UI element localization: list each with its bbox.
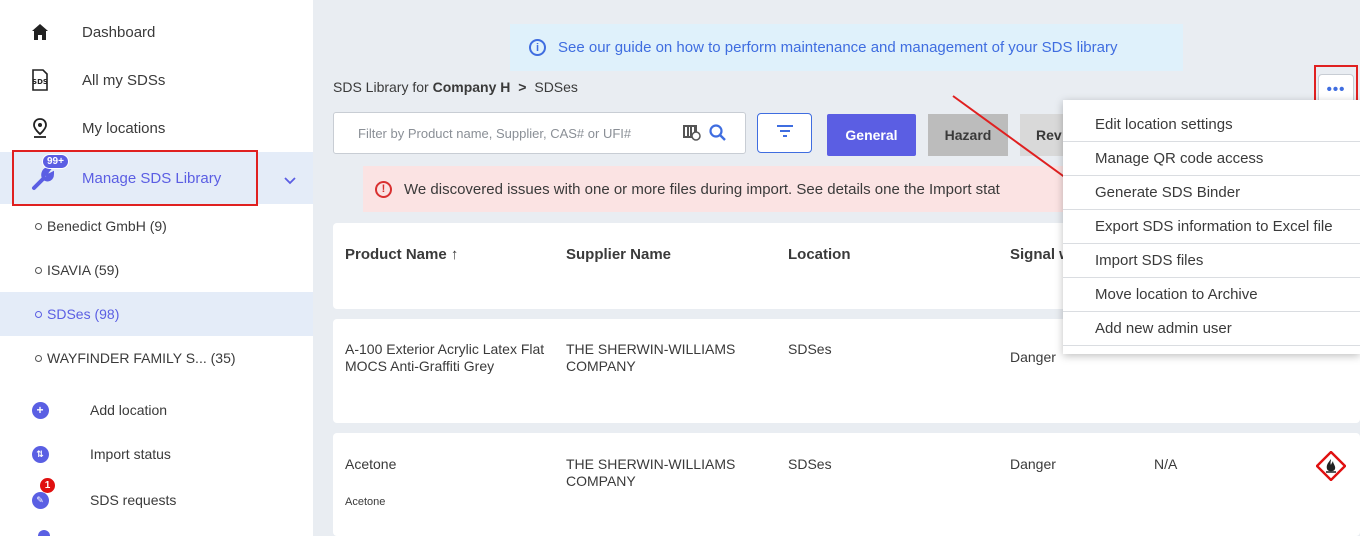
breadcrumb-company[interactable]: Company H: [433, 79, 511, 95]
svg-text:SDS: SDS: [32, 78, 48, 86]
breadcrumb-separator: >: [518, 79, 527, 95]
info-banner-text: See our guide on how to perform maintena…: [558, 39, 1118, 56]
circle-icon: [38, 530, 50, 536]
home-icon: [30, 22, 50, 42]
cell-extra: N/A: [1154, 456, 1178, 472]
flammable-hazard-icon: [1315, 450, 1347, 486]
chevron-down-icon[interactable]: [284, 172, 296, 190]
menu-item-export-excel[interactable]: Export SDS information to Excel file: [1063, 210, 1360, 244]
cell-location: SDSes: [788, 456, 832, 472]
more-options-menu: Edit location settings Manage QR code ac…: [1063, 100, 1360, 354]
menu-item-import-sds-files[interactable]: Import SDS files: [1063, 244, 1360, 278]
location-label: WAYFINDER FAMILY S... (35): [47, 350, 236, 366]
search-icon[interactable]: [709, 124, 727, 145]
highlight-frame: [12, 150, 258, 206]
menu-item-edit-location-settings[interactable]: Edit location settings: [1063, 108, 1360, 142]
info-icon: i: [529, 39, 546, 56]
info-banner[interactable]: i See our guide on how to perform mainte…: [510, 24, 1183, 71]
cell-location: SDSes: [788, 341, 832, 357]
location-pin-icon: [30, 118, 50, 138]
breadcrumb-current: SDSes: [534, 79, 578, 95]
circle-bullet-icon: [35, 223, 42, 230]
menu-item-generate-sds-binder[interactable]: Generate SDS Binder: [1063, 176, 1360, 210]
header-label: Product Name: [345, 246, 447, 263]
main-content: i See our guide on how to perform mainte…: [313, 0, 1360, 536]
sidebar-item-my-locations[interactable]: My locations: [0, 108, 313, 148]
search-placeholder: Filter by Product name, Supplier, CAS# o…: [358, 125, 632, 141]
plus-icon: +: [30, 400, 50, 420]
cell-supplier: THE SHERWIN-WILLIAMS COMPANY: [566, 341, 736, 374]
request-icon: ✎: [30, 490, 50, 510]
cell-supplier: THE SHERWIN-WILLIAMS COMPANY: [566, 456, 736, 489]
column-header-location[interactable]: Location: [788, 246, 851, 263]
cell-product[interactable]: Acetone: [345, 456, 396, 473]
cell-signal: Danger: [1010, 349, 1056, 365]
import-status-button[interactable]: ⇅ Import status: [0, 434, 313, 474]
import-icon: ⇅: [30, 444, 50, 464]
search-input[interactable]: Filter by Product name, Supplier, CAS# o…: [333, 112, 746, 154]
cell-product[interactable]: A-100 Exterior Acrylic Latex Flat MOCS A…: [345, 341, 560, 375]
sds-requests-button[interactable]: ✎ 1 SDS requests: [0, 478, 313, 520]
menu-item-add-new-admin-user[interactable]: Add new admin user: [1063, 312, 1360, 346]
sidebar: Dashboard SDS All my SDSs My locations 9…: [0, 0, 313, 536]
sort-arrow-icon: ↑: [450, 246, 459, 263]
menu-item-manage-qr-code-access[interactable]: Manage QR code access: [1063, 142, 1360, 176]
breadcrumb: SDS Library for Company H > SDSes: [333, 79, 578, 95]
sidebar-item-dashboard[interactable]: Dashboard: [0, 12, 313, 52]
add-location-button[interactable]: + Add location: [0, 390, 313, 430]
table-row[interactable]: Acetone Acetone THE SHERWIN-WILLIAMS COM…: [333, 433, 1360, 536]
action-label: SDS requests: [90, 492, 177, 508]
barcode-scan-icon[interactable]: [683, 125, 701, 144]
column-header-supplier[interactable]: Supplier Name: [566, 246, 671, 263]
warning-text: We discovered issues with one or more fi…: [404, 180, 1000, 198]
location-label: SDSes (98): [47, 306, 120, 322]
location-item-active[interactable]: SDSes (98): [0, 292, 313, 336]
column-header-signal[interactable]: Signal w: [1010, 246, 1071, 263]
sds-icon: SDS: [30, 69, 50, 91]
location-label: ISAVIA (59): [47, 262, 120, 278]
notification-badge: 1: [40, 478, 55, 493]
column-header-product[interactable]: Product Name ↑: [345, 246, 458, 263]
circle-bullet-icon: [35, 311, 42, 318]
filter-button[interactable]: [757, 113, 812, 153]
location-label: Benedict GmbH (9): [47, 218, 167, 234]
warning-icon: !: [375, 180, 392, 198]
sidebar-item-label: Dashboard: [82, 23, 156, 41]
action-label: Add location: [90, 402, 168, 418]
circle-bullet-icon: [35, 355, 42, 362]
location-item[interactable]: WAYFINDER FAMILY S... (35): [0, 336, 313, 380]
cell-signal: Danger: [1010, 456, 1056, 472]
sidebar-item-all-sdss[interactable]: SDS All my SDSs: [0, 60, 313, 100]
action-label: Import status: [90, 446, 171, 462]
breadcrumb-prefix: SDS Library for: [333, 79, 429, 95]
filter-icon: [776, 124, 794, 143]
sidebar-item-label: All my SDSs: [82, 71, 166, 89]
menu-item-move-location-to-archive[interactable]: Move location to Archive: [1063, 278, 1360, 312]
location-item[interactable]: ISAVIA (59): [0, 248, 313, 292]
cell-product-sub: Acetone: [345, 496, 386, 508]
sidebar-item-label: My locations: [82, 119, 166, 137]
circle-bullet-icon: [35, 267, 42, 274]
location-item[interactable]: Benedict GmbH (9): [0, 204, 313, 248]
tab-general[interactable]: General: [827, 114, 916, 156]
